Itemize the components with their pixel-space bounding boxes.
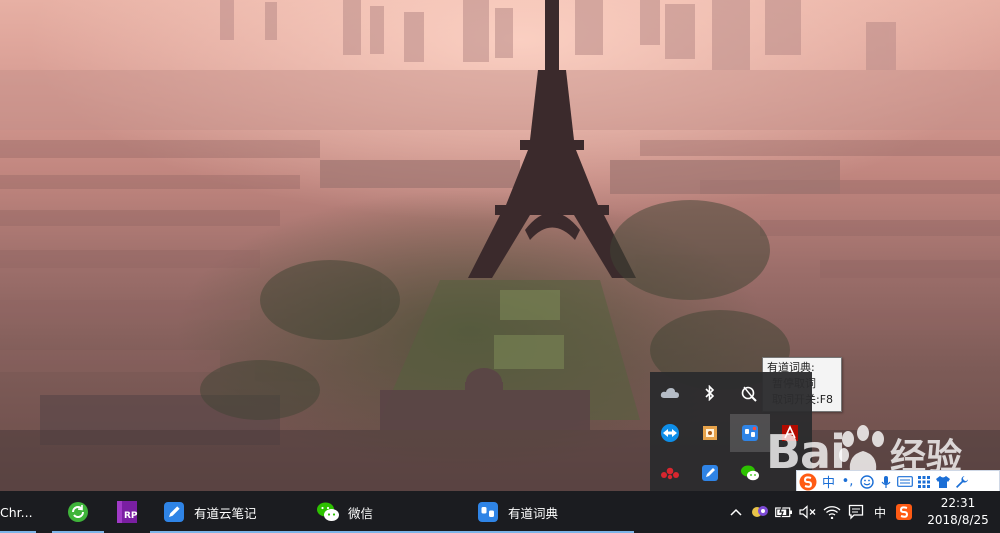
ime-emoji-icon[interactable]	[857, 471, 876, 492]
clock-time: 22:31	[940, 496, 976, 510]
axure-rp-icon: RP	[115, 500, 139, 524]
eiffel-tower	[468, 0, 636, 278]
clock-date: 2018/8/25	[927, 513, 989, 527]
taskbar-label-youdao-note: 有道云笔记	[194, 505, 257, 521]
wifi-network-icon[interactable]	[820, 491, 844, 533]
ime-skin-shirt-icon[interactable]	[933, 471, 952, 492]
taskbar-item-youdao-note[interactable]: 有道云笔记	[150, 491, 308, 533]
game-app-tray-icon[interactable]	[748, 491, 772, 533]
action-center-message-icon[interactable]	[844, 491, 868, 533]
youdao-note-icon	[162, 500, 186, 524]
taskbar-label-youdao-dict: 有道词典	[508, 505, 559, 521]
app-orange-icon[interactable]	[690, 414, 730, 452]
volume-muted-icon[interactable]	[796, 491, 820, 533]
show-hidden-icons-chevron-up-icon[interactable]	[724, 491, 748, 533]
svg-text:RP: RP	[124, 511, 138, 521]
ime-voice-icon[interactable]	[876, 471, 895, 492]
battery-power-icon[interactable]	[772, 491, 796, 533]
taskbar-item-axure-rp[interactable]: RP	[104, 491, 150, 533]
teamviewer-icon[interactable]	[650, 414, 690, 452]
ime-toolbox-icon[interactable]	[914, 471, 933, 492]
taskbar-item-wechat[interactable]: 微信	[308, 491, 468, 533]
desktop-wallpaper	[0, 0, 1000, 491]
youdao-dict-tray-icon[interactable]	[730, 374, 770, 412]
ime-keyboard-icon[interactable]	[895, 471, 914, 492]
green-refresh-app-icon	[66, 500, 90, 524]
taskbar-label-chrome: Chr...	[0, 504, 33, 520]
paris-skyline-illustration	[0, 0, 1000, 491]
taskbar-item-youdao-dict[interactable]: 有道词典	[468, 491, 634, 533]
wechat-icon	[316, 500, 340, 524]
bluetooth-icon[interactable]	[690, 374, 730, 412]
taskbar: Chr... RP 有道云笔记 微信 有道词典 中 22:31 2018/8/2…	[0, 491, 1000, 533]
input-language-indicator[interactable]: 中	[868, 491, 892, 533]
taskbar-item-chrome[interactable]: Chr...	[0, 491, 36, 533]
tray-overflow-flyout	[650, 372, 812, 493]
taskbar-item-green-app[interactable]	[52, 491, 104, 533]
wechat-icon[interactable]	[730, 454, 770, 492]
youdao-dict-blue-icon[interactable]	[730, 414, 770, 452]
sogou-ime-toolbar: 中 •,	[796, 470, 1000, 493]
onedrive-icon[interactable]	[650, 374, 690, 412]
youdao-note-icon[interactable]	[690, 454, 730, 492]
sogou-logo-icon[interactable]	[797, 471, 819, 492]
ime-chinese-mode-toggle[interactable]: 中	[819, 471, 838, 492]
youdao-dict-icon	[476, 500, 500, 524]
ime-punctuation-toggle[interactable]: •,	[838, 471, 857, 492]
system-tray: 中 22:31 2018/8/25	[724, 491, 1000, 533]
acrobat-icon[interactable]	[770, 414, 810, 452]
ime-settings-wrench-icon[interactable]	[952, 471, 971, 492]
taskbar-label-wechat: 微信	[348, 505, 374, 521]
system-clock[interactable]: 22:31 2018/8/25	[916, 491, 1000, 533]
red-app-icon[interactable]	[650, 454, 690, 492]
sogou-input-tray-icon[interactable]	[892, 491, 916, 533]
